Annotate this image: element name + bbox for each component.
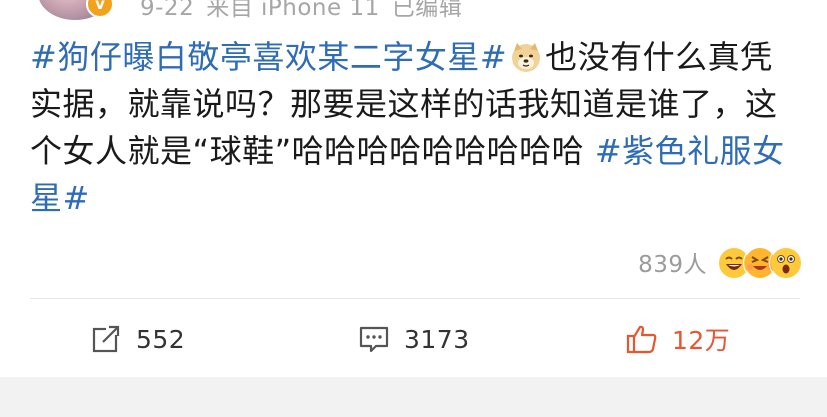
- like-button[interactable]: 12万: [626, 310, 730, 368]
- post-text: #狗仔曝白敬亭喜欢某二字女星# 也没有什么真凭实据，就靠说吗？那要是这样的话我知…: [30, 34, 800, 222]
- thumbs-up-icon: [626, 325, 657, 354]
- topic-link-1[interactable]: #狗仔曝白敬亭喜欢某二字女星#: [30, 38, 507, 76]
- repost-button[interactable]: 552: [90, 310, 185, 368]
- repost-count: 552: [136, 324, 186, 354]
- comment-count: 3173: [404, 324, 470, 354]
- weibo-post: v 9-22 来自 iPhone 11 已编辑 #狗仔曝白敬亭喜欢某二字女星# 也没…: [0, 0, 827, 417]
- divider: [30, 298, 800, 299]
- repost-icon: [92, 325, 120, 353]
- comment-icon: [359, 326, 389, 353]
- reaction-summary[interactable]: 839人: [638, 244, 803, 280]
- like-count: 12万: [672, 326, 731, 355]
- feed-separator: [0, 377, 827, 417]
- post-meta-text: 9-22 来自 iPhone 11 已编辑: [140, 0, 474, 22]
- edited-label[interactable]: 已编辑: [392, 0, 463, 21]
- post-meta-row: v 9-22 来自 iPhone 11 已编辑: [0, 0, 827, 22]
- reaction-emoji-stack: [717, 245, 803, 280]
- post-source: 来自 iPhone 11: [206, 0, 380, 21]
- comment-button[interactable]: 3173: [358, 310, 470, 368]
- doge-emoji-icon: [512, 43, 541, 72]
- post-date: 9-22: [140, 0, 195, 21]
- surprised-emoji-icon: [769, 246, 803, 280]
- action-bar: 552 3173 12万: [0, 310, 827, 368]
- reaction-count: 839人: [638, 252, 707, 278]
